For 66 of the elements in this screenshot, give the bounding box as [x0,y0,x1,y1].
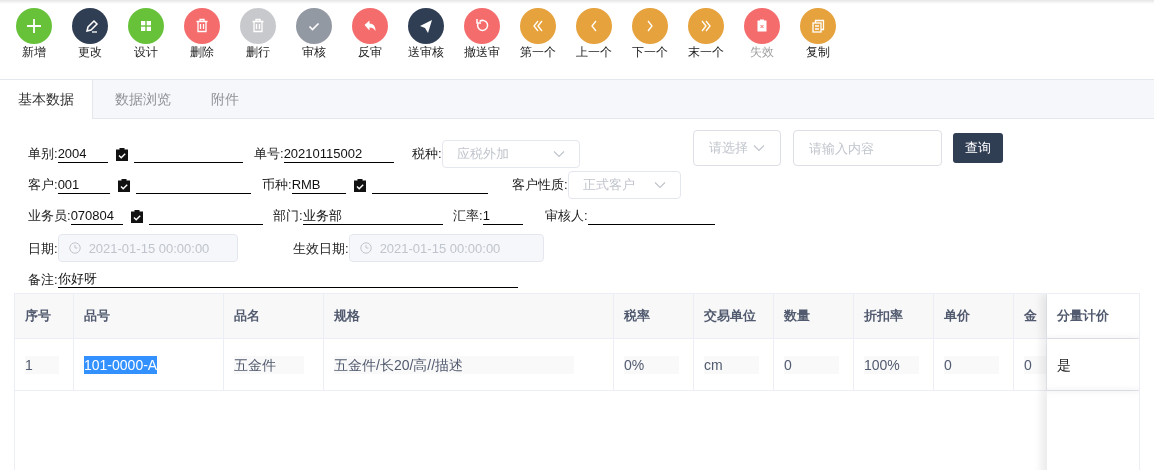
table-cell: 0 [784,355,839,374]
toolbar-button[interactable]: 审核 [286,8,342,72]
clipboard-check-icon[interactable] [353,178,366,192]
field-label: 单号: [254,145,284,164]
toolbar-button[interactable]: 撤送审 [454,8,510,72]
field-label: 汇率: [453,207,483,226]
field-label: 税种: [412,145,442,164]
column-header: 折扣率 [864,307,903,326]
input-field[interactable]: 1 [482,207,523,225]
table-cell: cm [704,355,759,374]
column-header: 规格 [334,307,360,326]
field-label: 币种: [262,176,292,195]
column-header: 交易单位 [704,307,756,326]
toolbar-button[interactable]: 第一个 [510,8,566,72]
table-cell: 101-0000-A [84,355,158,374]
toolbar-button[interactable]: 下一个 [622,8,678,72]
toolbar-button[interactable]: 上一个 [566,8,622,72]
toolbar-button[interactable]: 送审核 [398,8,454,72]
table-cell: 0% [624,355,679,374]
field-label: 生效日期: [293,239,349,258]
table-cell: 五金件/长20/高//描述 [334,355,574,374]
toolbar-button[interactable]: 设计 [118,8,174,72]
table-cell: 100% [864,355,919,374]
table-cell: 五金件 [234,355,304,374]
table-cell: 0 [944,355,999,374]
toolbar-button[interactable]: 删除 [174,8,230,72]
table-cell: 1 [25,355,59,374]
column-header: 序号 [25,307,51,326]
clipboard-check-icon[interactable] [130,209,143,223]
clock-icon [68,242,81,255]
field-label: 客户性质: [512,176,568,195]
field-label: 业务员: [28,207,71,226]
toolbar-button[interactable]: 更改 [62,8,118,72]
column-header: 品号 [84,307,110,326]
column-header: 税率 [624,307,650,326]
toolbar-button[interactable]: 新增 [6,8,62,72]
toolbar-button[interactable]: 反审 [342,8,398,72]
field-label: 审核人: [545,207,588,226]
input-field[interactable]: 20210115002 [283,145,394,163]
column-header: 单价 [944,307,970,326]
input-field[interactable]: RMB [291,176,346,194]
column-header: 分量计价 [1057,307,1109,326]
query-button[interactable]: 查询 [953,133,1003,163]
field-label: 单别: [28,145,58,164]
column-header: 数量 [784,307,810,326]
column-header: 品名 [234,307,260,326]
table-cell: 是 [1057,355,1071,374]
toolbar-button[interactable]: 复制 [790,8,846,72]
input-field[interactable]: 你好呀 [57,270,518,288]
field-label: 部门: [273,207,303,226]
chevron-down-icon [753,144,765,152]
search-field[interactable]: 请输入内容 [793,130,942,166]
clipboard-check-icon[interactable] [115,147,128,161]
chevron-down-icon [653,181,666,189]
clock-icon [359,242,372,255]
column-header: 金 [1024,307,1037,326]
toolbar-button[interactable]: 末一个 [678,8,734,72]
field-label: 备注: [28,270,58,289]
tab[interactable]: 基本数据 [0,80,93,119]
input-field[interactable]: 070804 [70,207,123,225]
clipboard-check-icon[interactable] [117,178,130,192]
table-cell: 0 [1024,355,1046,374]
field-label: 日期: [28,239,58,258]
field-label: 客户: [28,176,58,195]
chevron-down-icon [552,150,565,158]
toolbar-button[interactable]: 删行 [230,8,286,72]
